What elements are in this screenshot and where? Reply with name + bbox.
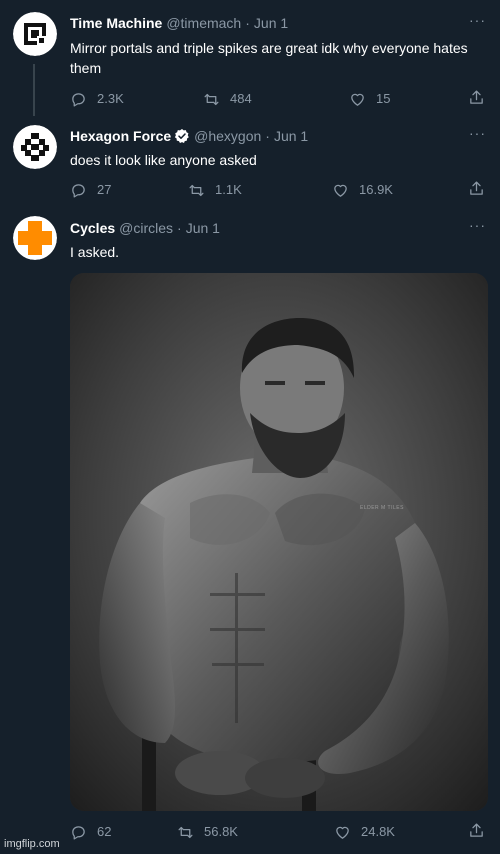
heart-icon [334, 184, 347, 197]
verified-badge-icon [175, 129, 189, 143]
like-button[interactable]: 16.9K [332, 180, 393, 200]
handle[interactable]: @timemach [166, 15, 241, 31]
retweet-button[interactable]: 1.1K [188, 180, 242, 200]
retweet-icon [189, 184, 204, 196]
share-icon [470, 90, 483, 104]
display-name[interactable]: Time Machine [70, 15, 162, 31]
tweet-actions: 62 56.8K 24.8K [70, 822, 490, 842]
like-count: 24.8K [361, 824, 395, 839]
cycles-avatar-image [13, 216, 57, 260]
separator-dot: · [265, 128, 270, 144]
like-button[interactable]: 24.8K [334, 822, 395, 842]
share-button[interactable] [468, 822, 485, 842]
more-icon[interactable]: ··· [469, 218, 486, 232]
retweet-icon [178, 826, 193, 838]
reply-count: 27 [97, 182, 112, 197]
avatar-cycles[interactable] [13, 216, 57, 260]
tweet-text: does it look like anyone asked [70, 152, 257, 168]
tweet-actions: 27 1.1K 16.9K [70, 180, 490, 200]
reply-icon [72, 92, 85, 107]
tweet-actions: 2.3K 484 15 [70, 89, 490, 109]
display-name[interactable]: Hexagon Force [70, 128, 171, 144]
avatar-time-machine[interactable] [13, 12, 57, 56]
reply-count: 62 [97, 824, 112, 839]
retweet-count: 1.1K [215, 182, 242, 197]
photo-credit-text: ELDER M TILES [360, 505, 404, 511]
tweet-date[interactable]: Jun 1 [274, 128, 308, 144]
separator-dot: · [177, 220, 182, 236]
retweet-count: 56.8K [204, 824, 238, 839]
retweet-count: 484 [230, 91, 252, 106]
tweet-date[interactable]: Jun 1 [186, 220, 220, 236]
retweet-button[interactable]: 56.8K [177, 822, 238, 842]
separator-dot: · [245, 15, 250, 31]
like-button[interactable]: 15 [349, 89, 390, 109]
heart-icon [336, 826, 349, 839]
retweet-icon [204, 93, 219, 105]
retweet-button[interactable]: 484 [203, 89, 252, 109]
handle[interactable]: @hexygon [194, 128, 261, 144]
like-count: 15 [376, 91, 391, 106]
share-button[interactable] [468, 180, 485, 200]
more-icon[interactable]: ··· [469, 126, 486, 140]
reply-button[interactable]: 62 [70, 822, 111, 842]
tweet-hexagon-force[interactable]: Hexagon Force @hexygon · Jun 1 ··· does … [0, 120, 500, 212]
reply-count: 2.3K [97, 91, 124, 106]
reply-icon [72, 825, 85, 840]
tweet-header: Time Machine @timemach · Jun 1 [70, 13, 288, 33]
like-count: 16.9K [359, 182, 393, 197]
tweet-media-photo[interactable] [70, 273, 488, 811]
time-machine-avatar-image [13, 12, 57, 56]
tweet-text: I asked. [70, 244, 120, 260]
more-icon[interactable]: ··· [469, 13, 486, 27]
tweet-text: Mirror portals and triple spikes are gre… [70, 40, 468, 76]
reply-button[interactable]: 2.3K [70, 89, 124, 109]
share-icon [470, 823, 483, 837]
heart-icon [351, 93, 364, 106]
handle[interactable]: @circles [119, 220, 173, 236]
display-name[interactable]: Cycles [70, 220, 115, 236]
reply-icon [72, 183, 85, 198]
tweet-header: Hexagon Force @hexygon · Jun 1 [70, 126, 308, 146]
tweet-time-machine[interactable]: Time Machine @timemach · Jun 1 ··· Mirro… [0, 0, 500, 120]
portrait-photo [70, 273, 488, 811]
imgflip-watermark: imgflip.com [4, 838, 60, 850]
avatar-hexagon-force[interactable] [13, 125, 57, 169]
reply-button[interactable]: 27 [70, 180, 111, 200]
share-button[interactable] [468, 89, 485, 109]
tweet-header: Cycles @circles · Jun 1 [70, 218, 220, 238]
tweet-date[interactable]: Jun 1 [254, 15, 288, 31]
share-icon [470, 181, 483, 195]
hexagon-force-avatar-image [13, 125, 57, 169]
